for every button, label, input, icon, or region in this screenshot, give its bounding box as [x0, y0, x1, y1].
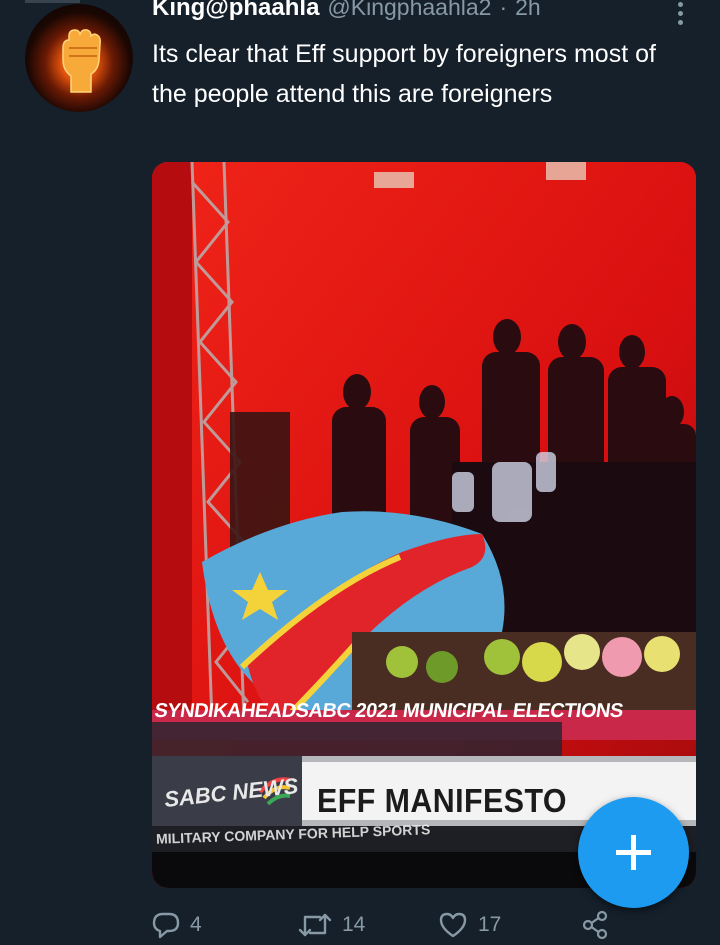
tweet-media-photo[interactable]: SYNDIKAHEADSABC 2021 MUNICIPAL ELECTIONS…	[152, 162, 696, 888]
thread-connector-line	[25, 0, 80, 3]
tweet-actions-bar: 4 14 17	[152, 905, 622, 945]
heart-icon	[439, 912, 467, 938]
avatar[interactable]	[25, 4, 133, 112]
like-button[interactable]: 17	[438, 905, 501, 945]
display-name[interactable]: King@phaahla	[152, 0, 319, 22]
share-button[interactable]	[580, 905, 610, 945]
more-options-button[interactable]	[668, 2, 692, 28]
raised-fist-icon	[62, 29, 101, 93]
more-vertical-icon	[677, 2, 683, 7]
tweet-detail-screen: King@phaahla @Kingphaahla2 · 2h Its clea…	[0, 0, 720, 945]
retweet-count: 14	[342, 913, 366, 936]
retweet-button[interactable]: 14	[298, 905, 365, 945]
retweet-icon	[298, 913, 332, 937]
header-separator: ·	[499, 0, 508, 20]
tweet-text: Its clear that Eff support by foreigners…	[152, 40, 656, 108]
reply-count: 4	[190, 913, 202, 936]
news-ticker: SYNDIKAHEADSABC 2021 MUNICIPAL ELECTIONS	[153, 700, 625, 722]
tweet-header: King@phaahla @Kingphaahla2 · 2h	[152, 0, 541, 28]
tweet-timestamp[interactable]: 2h	[515, 0, 541, 21]
share-icon	[582, 910, 608, 940]
user-handle[interactable]: @Kingphaahla2	[327, 0, 491, 21]
reply-button[interactable]: 4	[152, 905, 202, 945]
like-count: 17	[478, 913, 502, 936]
reply-icon	[152, 912, 180, 939]
compose-tweet-button[interactable]	[578, 797, 689, 908]
news-headline: EFF MANIFESTO	[317, 782, 567, 819]
